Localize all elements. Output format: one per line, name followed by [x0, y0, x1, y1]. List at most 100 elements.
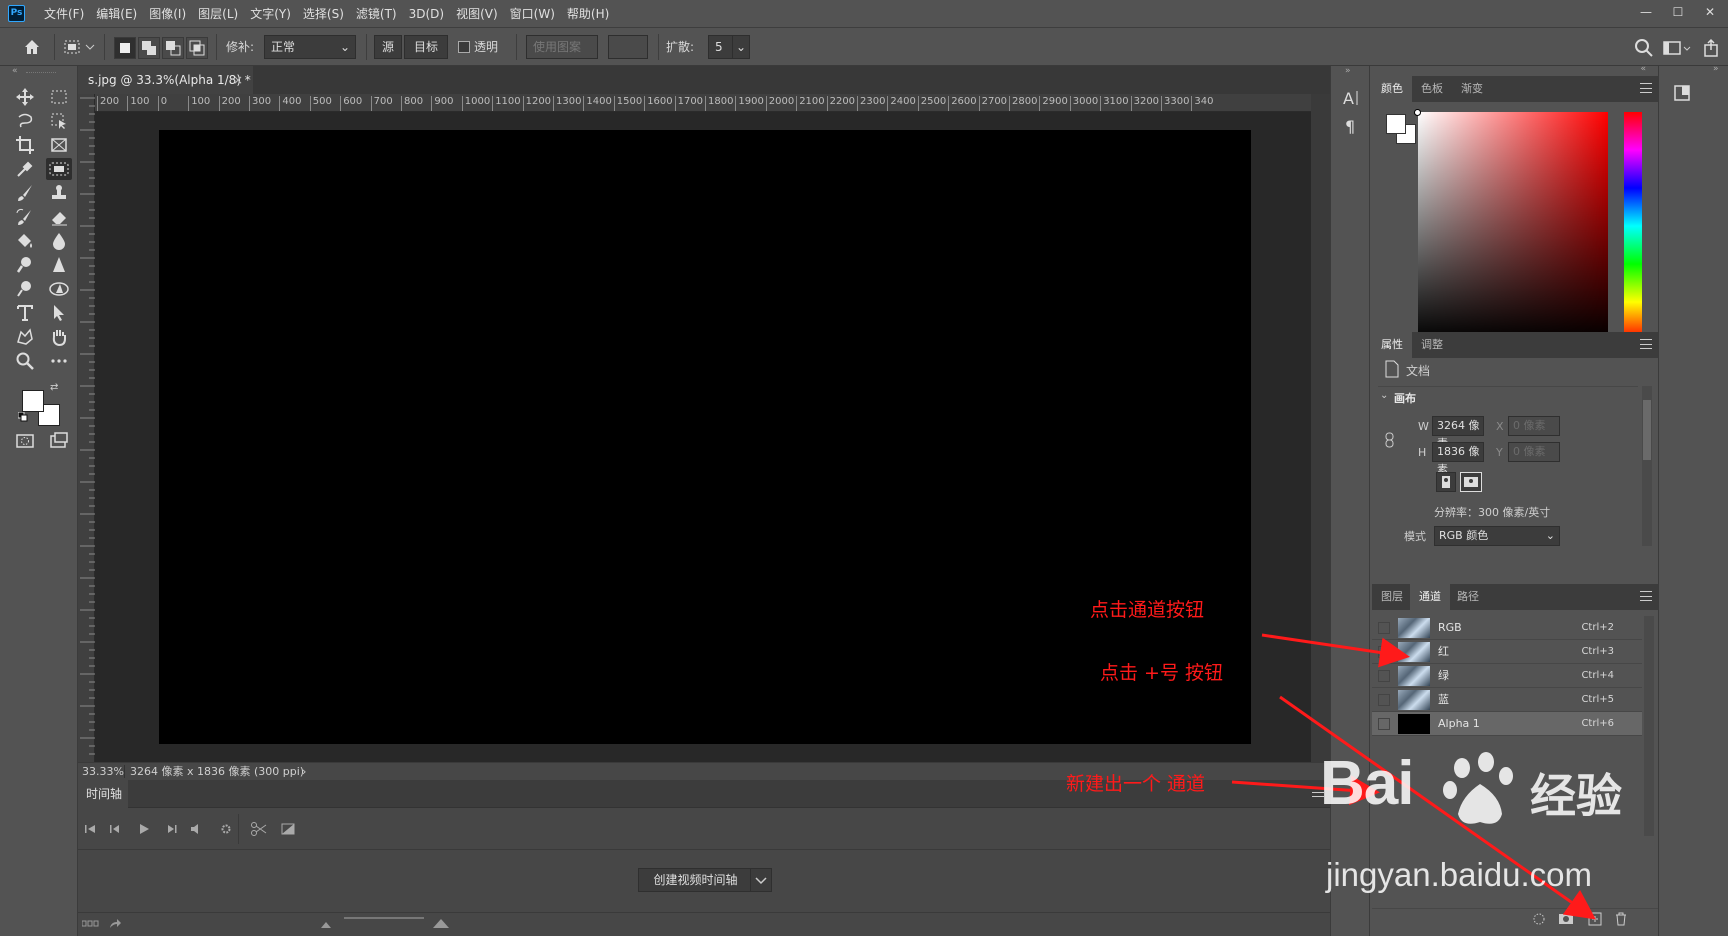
delete-channel-icon[interactable]: [1614, 912, 1628, 926]
menu-file[interactable]: 文件(F): [38, 0, 90, 28]
patch-mode-select[interactable]: 正常 ⌄: [264, 35, 356, 59]
menu-layer[interactable]: 图层(L): [192, 0, 244, 28]
panel-menu-icon[interactable]: [1640, 83, 1652, 93]
width-field[interactable]: 3264 像素: [1432, 416, 1484, 450]
patch-tool-preset-icon[interactable]: [62, 38, 98, 56]
foreground-color-swatch[interactable]: [22, 390, 44, 412]
properties-scrollbar[interactable]: [1642, 386, 1652, 546]
y-field[interactable]: 0 像素: [1508, 442, 1560, 462]
channel-row-blue[interactable]: 蓝 Ctrl+5: [1372, 688, 1642, 712]
zoom-out-mountain-icon[interactable]: [320, 919, 332, 929]
workspace-icon[interactable]: [1662, 38, 1692, 58]
menu-3d[interactable]: 3D(D): [403, 0, 450, 28]
new-channel-icon[interactable]: [1588, 912, 1602, 926]
close-button[interactable]: ✕: [1696, 2, 1724, 22]
menu-select[interactable]: 选择(S): [297, 0, 350, 28]
use-pattern-button[interactable]: 使用图案: [526, 35, 598, 59]
color-panel-foreground-swatch[interactable]: [1386, 114, 1406, 134]
saturation-brightness-field[interactable]: [1418, 112, 1608, 340]
paragraph-panel-icon[interactable]: ¶: [1343, 116, 1361, 136]
transition-icon[interactable]: [280, 822, 296, 836]
vertical-scrollbar[interactable]: [1311, 94, 1330, 762]
grip-icon[interactable]: [26, 72, 56, 76]
diffusion-dropdown[interactable]: ⌄: [732, 35, 750, 59]
timeline-zoom-slider[interactable]: [344, 917, 424, 919]
height-field[interactable]: 1836 像素: [1432, 442, 1484, 476]
close-tab-icon[interactable]: ×: [233, 66, 243, 94]
pattern-picker[interactable]: [608, 35, 648, 59]
selection-add-icon[interactable]: [138, 37, 160, 59]
horizontal-ruler[interactable]: 200 100 0 100 200 300 400 500 600 700 800 900 1000 11…: [95, 94, 1311, 112]
transparent-checkbox[interactable]: [458, 41, 470, 53]
maximize-button[interactable]: ☐: [1664, 2, 1692, 22]
sponge-tool-icon[interactable]: [12, 278, 38, 300]
render-video-icon[interactable]: [108, 917, 122, 931]
zoom-in-mountain-icon[interactable]: [432, 917, 450, 929]
hand-tool-icon[interactable]: [46, 326, 72, 348]
visibility-toggle-icon[interactable]: [1378, 622, 1390, 634]
selection-new-icon[interactable]: [114, 37, 136, 59]
chevron-down-icon[interactable]: ⌄: [1380, 390, 1388, 401]
mode-select[interactable]: RGB 颜色 ⌄: [1434, 526, 1560, 546]
previous-frame-icon[interactable]: [108, 822, 124, 836]
panel-menu-icon[interactable]: [1640, 591, 1652, 601]
dodge-tool-icon[interactable]: [12, 254, 38, 276]
first-frame-icon[interactable]: [82, 822, 98, 836]
visibility-toggle-icon[interactable]: [1378, 670, 1390, 682]
menu-window[interactable]: 窗口(W): [504, 0, 561, 28]
lasso-tool-icon[interactable]: [12, 110, 38, 132]
visibility-toggle-icon[interactable]: [1378, 694, 1390, 706]
crop-tool-icon[interactable]: [12, 134, 38, 156]
x-field[interactable]: 0 像素: [1508, 416, 1560, 436]
blur-tool-icon[interactable]: [46, 230, 72, 252]
move-tool-icon[interactable]: [12, 86, 38, 108]
document-tab[interactable]: s.jpg @ 33.3%(Alpha 1/8) * ×: [78, 66, 254, 94]
tab-channels[interactable]: 通道: [1410, 584, 1450, 610]
link-chain-icon[interactable]: [1384, 432, 1396, 448]
settings-gear-icon[interactable]: [218, 822, 234, 836]
menu-filter[interactable]: 滤镜(T): [350, 0, 403, 28]
search-icon[interactable]: [1634, 38, 1654, 58]
tab-layers[interactable]: 图层: [1372, 584, 1412, 610]
eyedropper-tool-icon[interactable]: [12, 158, 38, 180]
channel-row-alpha-1[interactable]: Alpha 1 Ctrl+6: [1372, 712, 1642, 736]
type-tool-icon[interactable]: [12, 302, 38, 324]
channels-scrollbar[interactable]: [1644, 616, 1654, 836]
color-picker-cursor-icon[interactable]: [1414, 109, 1421, 116]
portrait-orientation-icon[interactable]: [1436, 472, 1456, 492]
audio-icon[interactable]: [188, 822, 204, 836]
patch-tool-icon[interactable]: [46, 158, 72, 180]
channel-row-rgb[interactable]: RGB Ctrl+2: [1372, 616, 1642, 640]
landscape-orientation-icon[interactable]: [1460, 472, 1482, 492]
character-panel-icon[interactable]: A: [1341, 88, 1363, 108]
menu-type[interactable]: 文字(Y): [244, 0, 297, 28]
learn-panel-icon[interactable]: [1673, 84, 1691, 102]
source-button[interactable]: 源: [374, 35, 402, 59]
next-frame-icon[interactable]: [164, 822, 180, 836]
brush-tool-icon[interactable]: [12, 182, 38, 204]
save-selection-as-channel-icon[interactable]: [1558, 912, 1574, 926]
tab-gradients[interactable]: 渐变: [1452, 76, 1492, 102]
visibility-toggle-icon[interactable]: [1378, 646, 1390, 658]
target-button[interactable]: 目标: [404, 35, 448, 59]
tab-swatches[interactable]: 色板: [1412, 76, 1452, 102]
status-menu-arrow-icon[interactable]: ›: [302, 763, 306, 780]
panel-menu-icon[interactable]: [1640, 339, 1652, 349]
panel-menu-icon[interactable]: [1312, 787, 1324, 797]
selection-subtract-icon[interactable]: [162, 37, 184, 59]
tab-adjustments[interactable]: 调整: [1412, 332, 1452, 358]
collapse-arrows-icon[interactable]: »: [1713, 64, 1719, 74]
zoom-level[interactable]: 33.33%: [82, 763, 124, 780]
image-canvas[interactable]: [159, 130, 1251, 744]
frame-tool-icon[interactable]: [46, 134, 72, 156]
load-channel-selection-icon[interactable]: [1532, 912, 1546, 926]
swap-colors-icon[interactable]: ⇄: [50, 382, 58, 393]
zoom-tool-icon[interactable]: [12, 350, 38, 372]
create-video-timeline-button[interactable]: 创建视频时间轴: [638, 868, 753, 892]
hue-slider[interactable]: [1624, 112, 1642, 340]
vertical-ruler[interactable]: [78, 94, 95, 762]
sharpen-tool-icon[interactable]: [46, 254, 72, 276]
split-scissors-icon[interactable]: [250, 822, 268, 836]
collapse-arrows-icon[interactable]: »: [1345, 66, 1351, 76]
timeline-type-dropdown[interactable]: [750, 868, 772, 892]
